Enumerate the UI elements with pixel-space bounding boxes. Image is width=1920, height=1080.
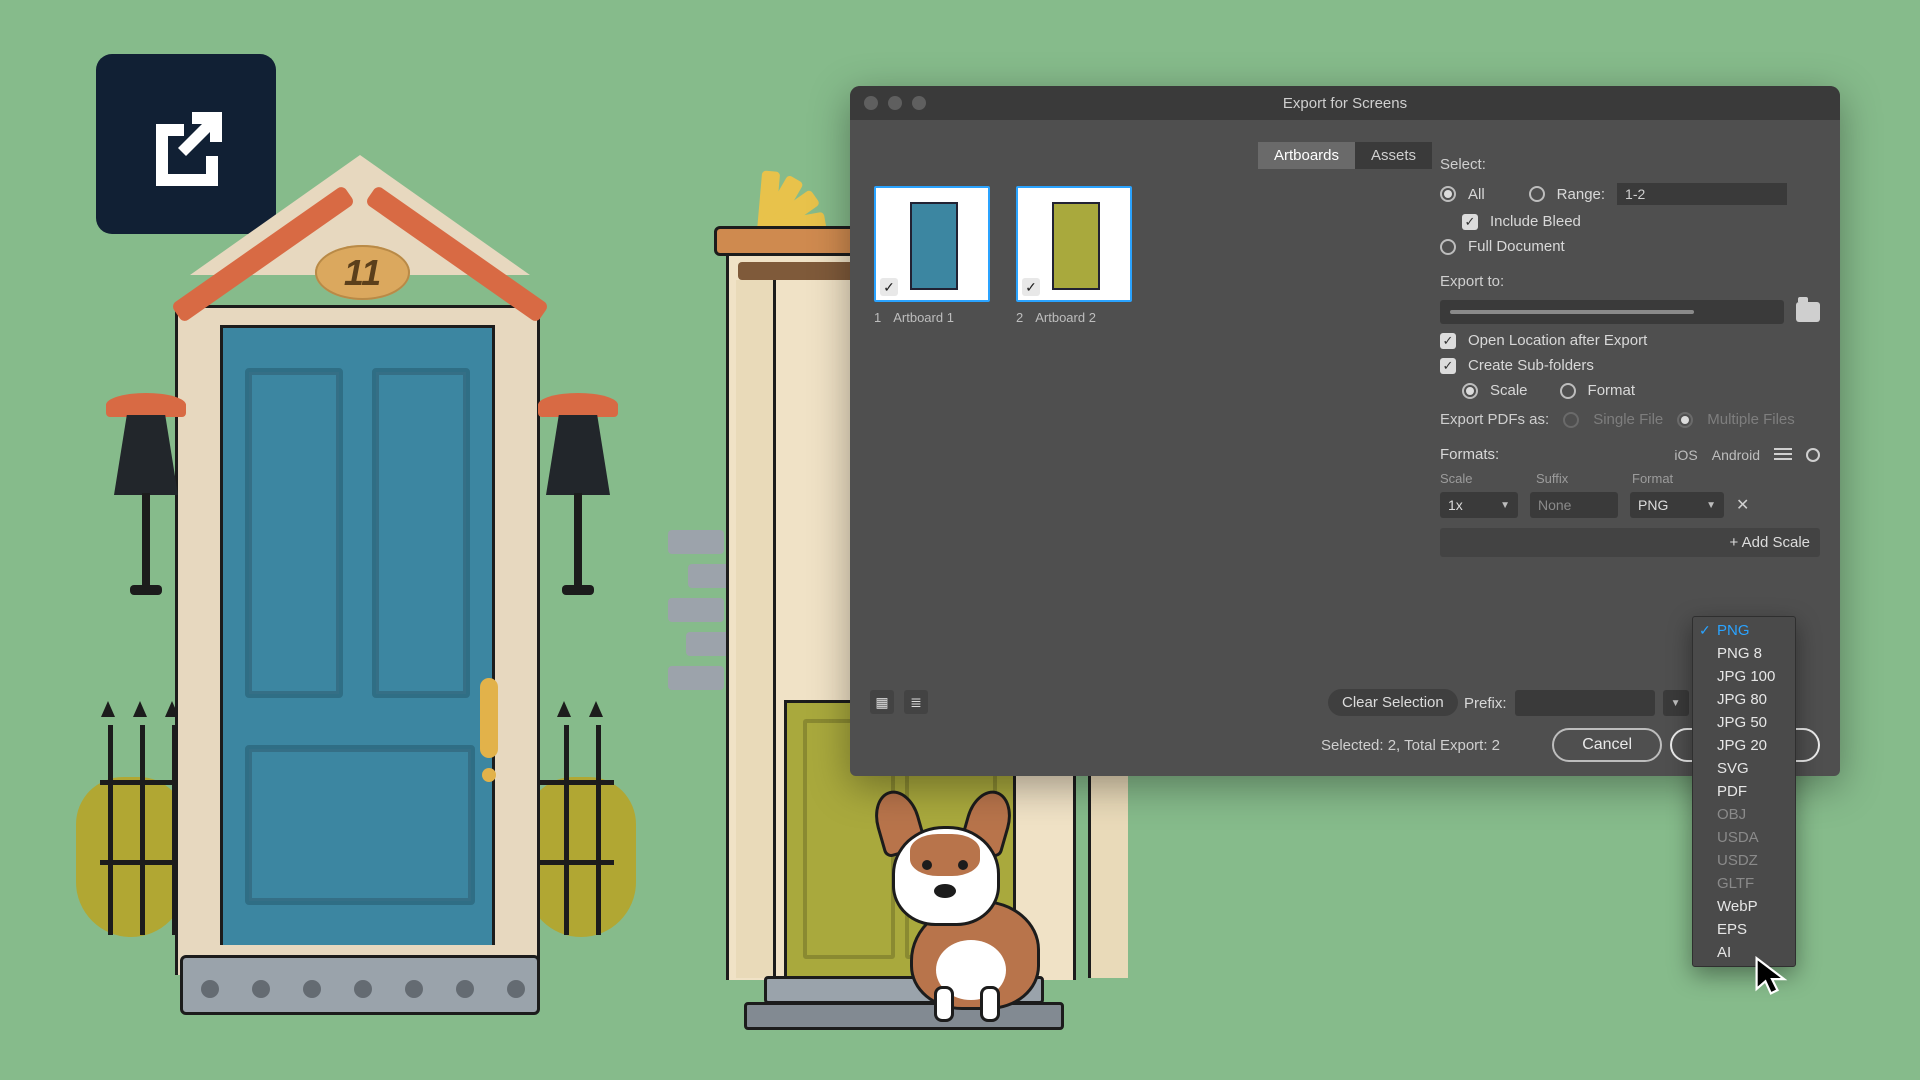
artboard-thumb-1[interactable]: ✓ 1Artboard 1 — [874, 186, 990, 325]
format-option-jpg-50[interactable]: JPG 50 — [1693, 711, 1795, 734]
preset-ios[interactable]: iOS — [1674, 447, 1697, 463]
radio-full-document[interactable] — [1440, 239, 1456, 255]
titlebar[interactable]: Export for Screens — [850, 86, 1840, 120]
scale-dropdown[interactable]: 1x▼ — [1440, 492, 1518, 518]
selection-status: Selected: 2, Total Export: 2 — [1321, 737, 1500, 754]
view-switcher: ▦ ≣ — [870, 690, 928, 714]
format-option-usdz: USDZ — [1693, 849, 1795, 872]
format-option-svg[interactable]: SVG — [1693, 757, 1795, 780]
list-icon[interactable] — [1774, 448, 1792, 462]
prefix-dropdown[interactable]: ▼ — [1663, 690, 1689, 716]
cancel-button[interactable]: Cancel — [1552, 728, 1662, 762]
prefix-input[interactable] — [1515, 690, 1655, 716]
artboard-thumb-2[interactable]: ✓ 2Artboard 2 — [1016, 186, 1132, 325]
folder-icon[interactable] — [1796, 302, 1820, 322]
pdf-single-label: Single File — [1593, 411, 1663, 428]
full-document-label: Full Document — [1468, 238, 1565, 255]
preset-android[interactable]: Android — [1712, 447, 1760, 463]
range-input[interactable] — [1617, 183, 1787, 205]
subfolder-format-label: Format — [1588, 382, 1636, 399]
illustration-dog — [870, 790, 1090, 1020]
checkbox-include-bleed[interactable]: ✓ — [1462, 214, 1478, 230]
radio-all-label: All — [1468, 186, 1485, 203]
tab-artboards[interactable]: Artboards — [1258, 142, 1355, 169]
suffix-dropdown[interactable]: None — [1530, 492, 1618, 518]
gear-icon[interactable] — [1806, 448, 1820, 462]
format-dropdown[interactable]: PNG▼ — [1630, 492, 1724, 518]
tab-assets[interactable]: Assets — [1355, 142, 1432, 169]
radio-pdf-multiple — [1677, 412, 1693, 428]
format-option-gltf: GLTF — [1693, 872, 1795, 895]
house-number: 11 — [315, 245, 410, 300]
format-columns: Scale Suffix Format — [1440, 471, 1820, 486]
format-dropdown-menu[interactable]: PNGPNG 8JPG 100JPG 80JPG 50JPG 20SVGPDFO… — [1692, 616, 1796, 967]
radio-pdf-single — [1563, 412, 1579, 428]
formats-label: Formats: — [1440, 446, 1499, 463]
remove-row-icon[interactable]: ✕ — [1736, 495, 1749, 515]
list-view-icon[interactable]: ≣ — [904, 690, 928, 714]
radio-subfolder-scale[interactable] — [1462, 383, 1478, 399]
prefix-label: Prefix: — [1464, 695, 1507, 712]
clear-selection-button[interactable]: Clear Selection — [1328, 689, 1458, 716]
radio-range[interactable] — [1529, 186, 1545, 202]
format-option-png-8[interactable]: PNG 8 — [1693, 642, 1795, 665]
artboard-thumbnails: ✓ 1Artboard 1 ✓ 2Artboard 2 — [874, 186, 1132, 325]
format-option-jpg-80[interactable]: JPG 80 — [1693, 688, 1795, 711]
select-label: Select: — [1440, 156, 1820, 173]
format-option-pdf[interactable]: PDF — [1693, 780, 1795, 803]
dialog-title: Export for Screens — [850, 95, 1840, 112]
open-location-label: Open Location after Export — [1468, 332, 1647, 349]
pdf-multiple-label: Multiple Files — [1707, 411, 1795, 428]
subfolder-scale-label: Scale — [1490, 382, 1528, 399]
subfolders-label: Create Sub-folders — [1468, 357, 1594, 374]
radio-range-label: Range: — [1557, 186, 1605, 203]
options-panel: Select: All Range: ✓ Include Bleed Full … — [1440, 146, 1820, 557]
export-pdfs-label: Export PDFs as: — [1440, 411, 1549, 428]
export-path-input[interactable] — [1440, 300, 1784, 324]
format-row: 1x▼ None PNG▼ ✕ — [1440, 492, 1820, 518]
radio-all[interactable] — [1440, 186, 1456, 202]
add-scale-button[interactable]: + Add Scale — [1440, 528, 1820, 557]
mouse-cursor-icon — [1754, 956, 1790, 1000]
format-option-webp[interactable]: WebP — [1693, 895, 1795, 918]
check-icon[interactable]: ✓ — [1022, 278, 1040, 296]
format-option-eps[interactable]: EPS — [1693, 918, 1795, 941]
radio-subfolder-format[interactable] — [1560, 383, 1576, 399]
check-icon[interactable]: ✓ — [880, 278, 898, 296]
format-option-usda: USDA — [1693, 826, 1795, 849]
illustration-door-1: 11 — [70, 155, 640, 1005]
export-to-label: Export to: — [1440, 273, 1820, 290]
grid-view-icon[interactable]: ▦ — [870, 690, 894, 714]
include-bleed-label: Include Bleed — [1490, 213, 1581, 230]
checkbox-open-location[interactable]: ✓ — [1440, 333, 1456, 349]
format-option-obj: OBJ — [1693, 803, 1795, 826]
format-option-jpg-20[interactable]: JPG 20 — [1693, 734, 1795, 757]
format-option-jpg-100[interactable]: JPG 100 — [1693, 665, 1795, 688]
format-option-png[interactable]: PNG — [1693, 619, 1795, 642]
checkbox-subfolders[interactable]: ✓ — [1440, 358, 1456, 374]
